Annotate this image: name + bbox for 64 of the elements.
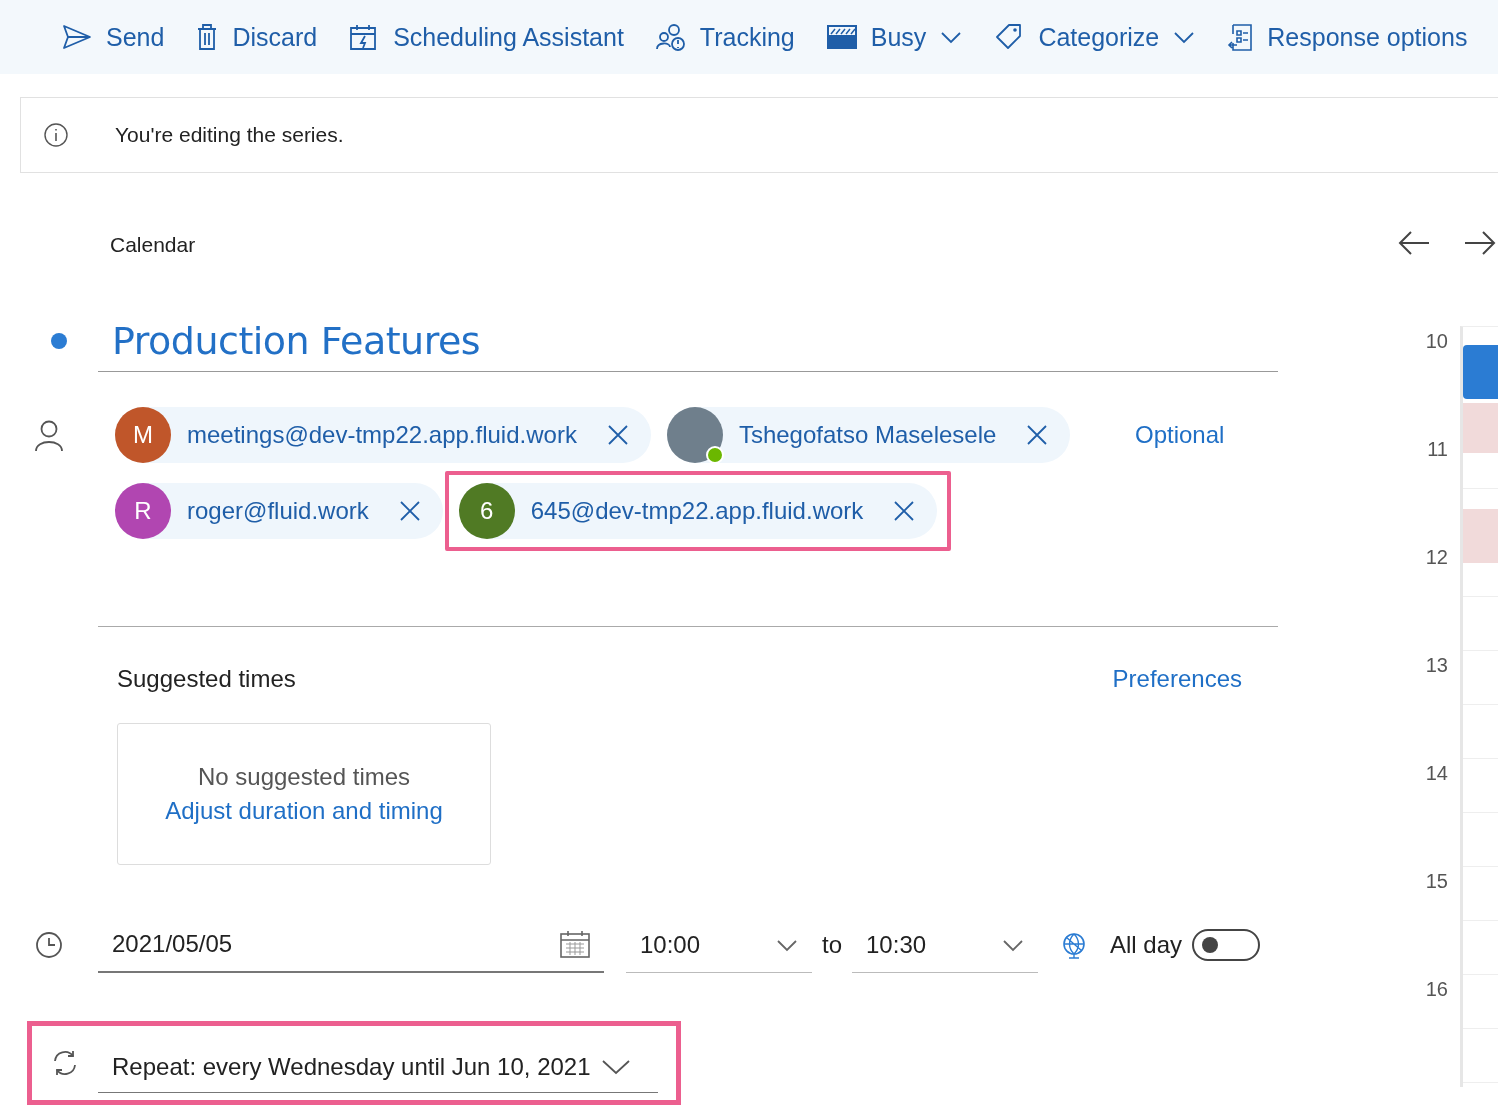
preferences-link[interactable]: Preferences bbox=[1112, 665, 1242, 693]
arrow-left-icon bbox=[1398, 230, 1430, 256]
attendee-name: Tshegofatso Maselesele bbox=[738, 421, 997, 449]
start-time-dropdown[interactable]: 10:00 bbox=[626, 917, 812, 973]
checklist-icon bbox=[1227, 22, 1254, 52]
people-icon bbox=[655, 23, 686, 51]
hour-label: 11 bbox=[1427, 438, 1448, 462]
previous-button[interactable] bbox=[1398, 230, 1430, 256]
trash-icon bbox=[196, 23, 219, 51]
toolbar-button[interactable]: Scheduling Assistant bbox=[345, 16, 628, 58]
person-icon bbox=[35, 420, 63, 452]
calendar-label: Calendar bbox=[110, 233, 196, 257]
all-day-label: All day bbox=[1110, 931, 1183, 959]
close-icon bbox=[893, 500, 916, 522]
hour-label: 14 bbox=[1425, 762, 1448, 786]
calendar-icon bbox=[560, 930, 590, 958]
no-suggestions-message: No suggested times bbox=[197, 763, 411, 791]
date-value: 2021/05/05 bbox=[112, 930, 233, 958]
next-button[interactable] bbox=[1464, 230, 1496, 256]
info-icon bbox=[43, 122, 69, 148]
attendee-name: meetings@dev-tmp22.app.fluid.work bbox=[187, 421, 577, 449]
toolbar-button[interactable]: Tracking bbox=[651, 16, 799, 58]
chevron-down-icon bbox=[600, 1058, 631, 1075]
toolbar-button[interactable]: Send bbox=[58, 16, 169, 58]
close-icon bbox=[398, 500, 421, 522]
adjust-duration-link[interactable]: Adjust duration and timing bbox=[165, 797, 443, 825]
chevron-down-icon bbox=[776, 937, 798, 952]
toolbar-button[interactable]: Categorize bbox=[990, 16, 1200, 58]
end-time-dropdown[interactable]: 10:30 bbox=[852, 917, 1038, 973]
attendee-name: 645@dev-tmp22.app.fluid.work bbox=[530, 497, 864, 525]
repeat-dropdown[interactable]: Repeat: every Wednesday until Jun 10, 2021 bbox=[98, 1041, 658, 1093]
hour-label: 13 bbox=[1425, 654, 1448, 678]
toolbar-button[interactable]: Discard bbox=[192, 16, 322, 58]
calendar-dot bbox=[51, 333, 67, 349]
suggested-times-heading: Suggested times bbox=[117, 665, 296, 693]
chevron-down-icon bbox=[1002, 937, 1024, 952]
event-title[interactable]: Production Features bbox=[112, 318, 481, 363]
attendee-name: roger@fluid.work bbox=[187, 497, 369, 525]
time-zone-globe-icon[interactable] bbox=[1060, 931, 1088, 959]
hour-label: 16 bbox=[1425, 978, 1448, 1002]
send-icon bbox=[62, 23, 92, 51]
avatar-initial: R bbox=[115, 483, 171, 539]
hour-label: 15 bbox=[1425, 870, 1448, 894]
arrow-right-icon bbox=[1464, 230, 1496, 256]
avatar-initial: M bbox=[115, 407, 171, 463]
optional-link[interactable]: Optional bbox=[1135, 421, 1225, 626]
avatar-initial: 6 bbox=[458, 483, 515, 539]
attendee-chip[interactable]: 6 645@dev-tmp22.app.fluid.work bbox=[458, 483, 938, 539]
attendee-chip[interactable]: Tshegofatso Maselesele bbox=[666, 407, 1071, 463]
toolbar-button[interactable]: Response options bbox=[1223, 16, 1472, 58]
attendee-chip[interactable]: R roger@fluid.work bbox=[115, 483, 443, 539]
clock-icon bbox=[35, 931, 63, 959]
close-icon bbox=[606, 424, 629, 446]
info-message: You're editing the series. bbox=[115, 123, 344, 147]
hour-label: 12 bbox=[1425, 546, 1448, 570]
hour-label: 10 bbox=[1425, 330, 1448, 354]
all-day-toggle[interactable] bbox=[1192, 929, 1261, 961]
to-label: to bbox=[822, 931, 842, 959]
refresh-icon bbox=[51, 1049, 79, 1077]
attendee-chip[interactable]: M meetings@dev-tmp22.app.fluid.work bbox=[115, 407, 651, 463]
toolbar-button[interactable]: Busy bbox=[822, 16, 967, 58]
close-icon bbox=[1026, 424, 1049, 446]
date-field[interactable]: 2021/05/05 bbox=[98, 917, 604, 973]
busy-block-icon bbox=[826, 23, 857, 51]
